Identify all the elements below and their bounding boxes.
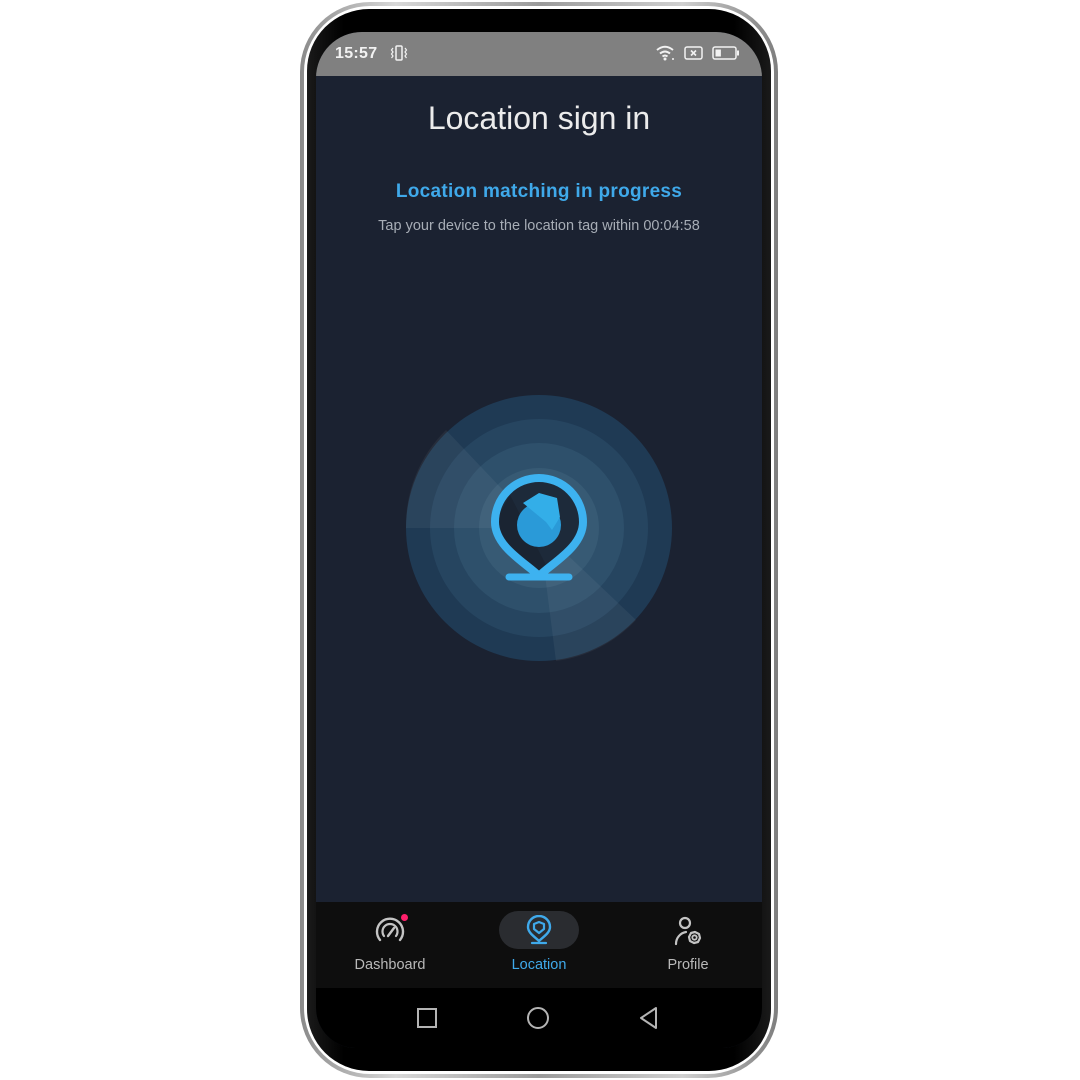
nav-icon-container: [350, 911, 430, 949]
page-title: Location sign in: [427, 100, 651, 136]
nav-item-location[interactable]: Location: [465, 902, 613, 988]
wifi-icon: [656, 45, 674, 61]
matching-status: Location matching in progress: [395, 181, 683, 202]
location-sign-in-screen: Location sign in Location matching in pr…: [316, 76, 762, 902]
no-sim-icon: [684, 46, 703, 60]
nav-item-dashboard[interactable]: Dashboard: [316, 902, 464, 988]
recent-apps-button[interactable]: [414, 1005, 440, 1031]
back-button[interactable]: [636, 1005, 662, 1031]
vibrate-icon: [390, 45, 408, 61]
location-tag-icon: [526, 915, 552, 945]
nav-label: Dashboard: [354, 957, 426, 973]
phone-screen: 15:57 Location sign in Location matching…: [316, 32, 762, 1048]
nav-label: Profile: [667, 957, 709, 973]
countdown-hint: Tap your device to the location tag with…: [378, 218, 700, 234]
notification-badge: [401, 914, 408, 921]
nav-icon-container: [499, 911, 579, 949]
system-navigation-bar: [316, 988, 762, 1048]
phone-frame: 15:57 Location sign in Location matching…: [300, 2, 778, 1078]
radar-scan-animation: [406, 395, 672, 661]
status-time: 15:57: [335, 45, 378, 62]
home-button[interactable]: [525, 1005, 551, 1031]
status-bar: 15:57: [316, 32, 762, 76]
nav-item-profile[interactable]: Profile: [614, 902, 762, 988]
nav-label: Location: [511, 957, 567, 973]
bottom-navigation: Dashboard Location Profile: [316, 902, 762, 988]
battery-icon: [712, 46, 739, 60]
user-settings-icon: [674, 916, 702, 946]
nav-icon-container: [648, 911, 728, 949]
